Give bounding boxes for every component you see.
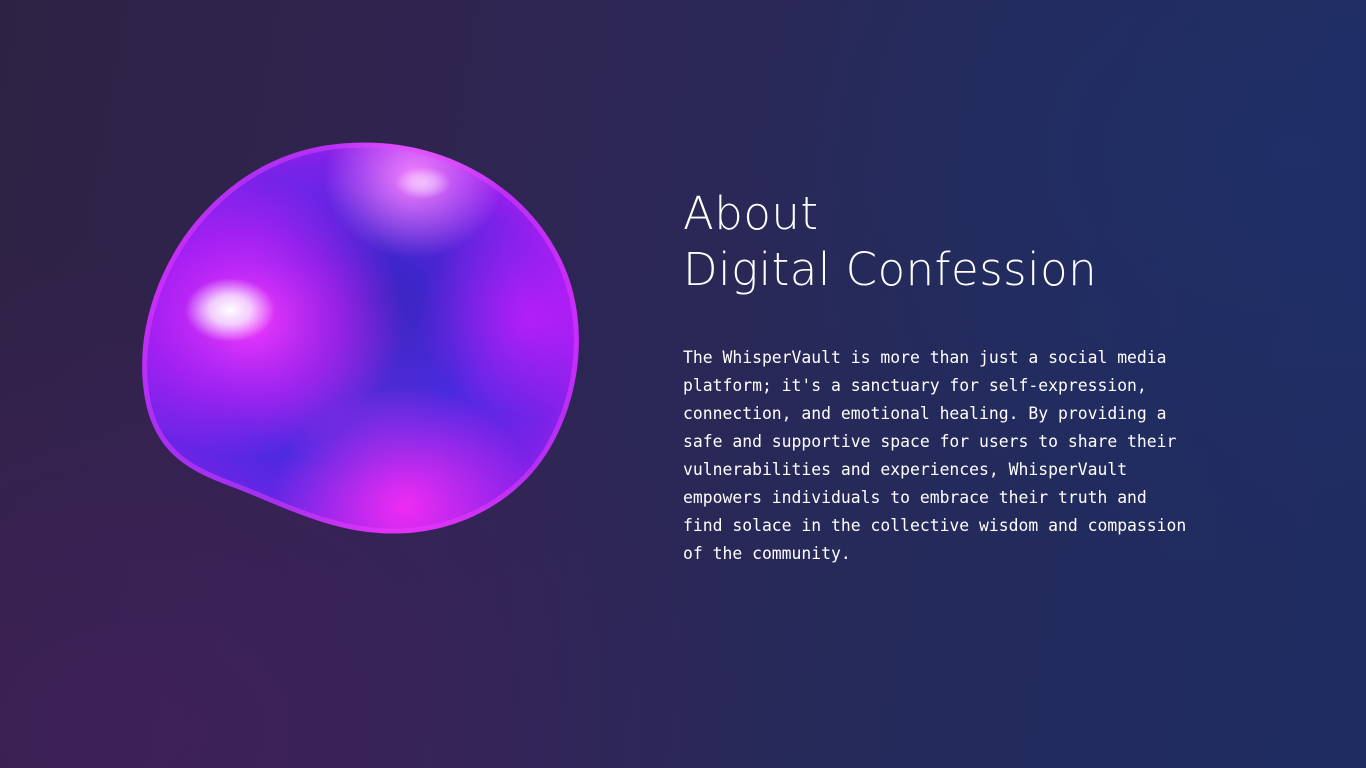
title-line-about: About <box>683 187 819 240</box>
title-line-digital-confession: Digital Confession <box>683 243 1098 296</box>
about-description: The WhisperVault is more than just a soc… <box>683 348 1187 563</box>
hero-orb-graphic <box>135 138 585 538</box>
about-section: About Digital Confession The WhisperVaul… <box>683 186 1243 568</box>
orb-icon <box>142 142 579 534</box>
page-title: About Digital Confession <box>683 186 1243 298</box>
